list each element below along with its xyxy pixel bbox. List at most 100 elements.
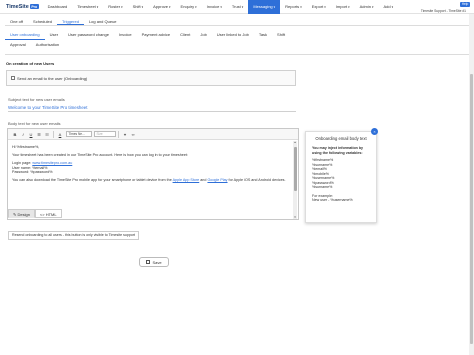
- chevron-down-icon: ▾: [273, 4, 276, 9]
- user-account-menu[interactable]: Timesite Support - TimeSite #1: [421, 9, 466, 13]
- logo-text: TimeSite: [6, 3, 29, 10]
- nav-item-roster[interactable]: Roster▾: [103, 0, 127, 14]
- google-play-link[interactable]: Google Play: [207, 178, 227, 182]
- nav-item-add[interactable]: Add▾: [379, 0, 399, 14]
- tab-shift[interactable]: Shift: [272, 30, 290, 40]
- save-icon: [146, 260, 151, 264]
- chevron-down-icon: ▾: [169, 4, 171, 9]
- chevron-down-icon: ▾: [348, 4, 350, 9]
- help-button[interactable]: Help: [460, 2, 470, 7]
- login-page-link[interactable]: www.timesitepro.com.au: [32, 161, 72, 165]
- login-page-label: Login page:: [12, 161, 33, 166]
- editor-scroll-thumb[interactable]: [293, 147, 297, 191]
- scroll-down-icon[interactable]: ▼: [293, 216, 297, 219]
- nav-item-label: Timesheet: [77, 3, 96, 9]
- text-color-icon[interactable]: A: [56, 129, 64, 140]
- tab-user-password-change[interactable]: User password change: [63, 30, 114, 40]
- tab-approval[interactable]: Approval: [5, 40, 31, 50]
- example-value: New user - %username%: [312, 198, 353, 202]
- chevron-down-icon: ▾: [220, 4, 222, 9]
- nav-item-reports[interactable]: Reports▾: [280, 0, 307, 14]
- font-size-select[interactable]: Size: [94, 131, 116, 137]
- nav-item-messaging[interactable]: Messaging▾: [248, 0, 281, 14]
- close-icon[interactable]: ×: [371, 128, 378, 135]
- tab-payment-advice[interactable]: Payment advice: [137, 30, 175, 40]
- chevron-down-icon: ▾: [195, 4, 197, 9]
- underline-button[interactable]: U: [27, 129, 35, 140]
- bold-button[interactable]: B: [11, 129, 19, 140]
- greeting-line: Hi %firstname%,: [12, 145, 40, 149]
- page-scrollbar[interactable]: [469, 14, 474, 355]
- tab-client[interactable]: Client: [175, 30, 195, 40]
- tab-log-and-queue[interactable]: Log and Queue: [84, 17, 122, 25]
- nav-item-approve[interactable]: Approve▾: [148, 0, 175, 14]
- resend-onboarding-button[interactable]: Resend onboarding to all users - this bu…: [8, 231, 140, 240]
- tab-user[interactable]: User: [45, 30, 63, 40]
- page-scroll-thumb[interactable]: [470, 74, 473, 344]
- chevron-down-icon: ▾: [121, 4, 123, 9]
- tab-scheduled[interactable]: Scheduled: [28, 17, 57, 25]
- nav-item-label: Admin: [359, 3, 371, 9]
- nav-item-trust[interactable]: Trust▾: [227, 0, 248, 14]
- italic-button[interactable]: I: [19, 129, 27, 140]
- nav-item-import[interactable]: Import▾: [331, 0, 355, 14]
- editor-content[interactable]: Hi %firstname%, Your timesheet has been …: [12, 145, 290, 187]
- design-label: Design: [17, 212, 30, 217]
- toolbar-separator: [118, 130, 119, 138]
- bulleted-list-icon[interactable]: ☰: [35, 129, 43, 140]
- nav-item-label: Messaging: [253, 3, 273, 9]
- send-onboarding-checkbox[interactable]: [11, 76, 15, 80]
- tab-authorisation[interactable]: Authorisation: [31, 40, 64, 50]
- font-family-select[interactable]: Times Ne...: [66, 131, 92, 137]
- tab-user-linked-to-job[interactable]: User linked to Job: [212, 30, 254, 40]
- tab-invoice[interactable]: Invoice: [114, 30, 137, 40]
- nav-item-label: Add: [383, 3, 391, 9]
- app-text-1: You can also download the TimeSite Pro m…: [12, 178, 173, 183]
- nav-item-label: Trust: [231, 3, 241, 9]
- save-button[interactable]: Save: [139, 257, 169, 267]
- tab-one-off[interactable]: One off: [5, 17, 28, 25]
- chevron-down-icon: ▾: [324, 4, 326, 9]
- main-nav: Dashboard Timesheet▾ Roster▾ Shift▾ Approve▾…: [43, 0, 398, 14]
- body-label: Body text for new user emails: [8, 121, 61, 126]
- subject-input[interactable]: Welcome to your TimeSite Pro timesheet: [8, 104, 296, 112]
- tab-task[interactable]: Task: [254, 30, 272, 40]
- send-onboarding-option[interactable]: Send an email to the user (Onboarding): [6, 70, 296, 86]
- design-mode-tab[interactable]: ✎ Design: [8, 209, 35, 218]
- tab-user-onboarding[interactable]: User onboarding: [5, 30, 45, 40]
- save-label: Save: [152, 259, 162, 265]
- link-icon[interactable]: ∞: [129, 129, 137, 140]
- nav-item-label: Dashboard: [47, 3, 68, 9]
- tab-job[interactable]: Job: [195, 30, 211, 40]
- intro-paragraph: Your timesheet has been created in our T…: [12, 153, 188, 158]
- nav-item-enquiry[interactable]: Enquiry▾: [176, 0, 202, 14]
- html-label: HTML: [45, 212, 57, 217]
- nav-item-shift[interactable]: Shift▾: [128, 0, 149, 14]
- nav-item-export[interactable]: Export▾: [307, 0, 331, 14]
- variable-item: %surname%: [312, 185, 333, 189]
- chevron-down-icon: ▾: [391, 4, 394, 9]
- messaging-type-tabs: One off Scheduled Triggered Log and Queue: [5, 17, 469, 26]
- tab-triggered[interactable]: Triggered: [56, 17, 84, 25]
- timesite-logo[interactable]: TimeSite Pro: [6, 4, 39, 10]
- numbered-list-icon[interactable]: ☷: [43, 129, 51, 140]
- nav-item-invoice[interactable]: Invoice▾: [202, 0, 227, 14]
- variables-info-panel: × Onboarding email body text You may inj…: [305, 128, 378, 223]
- nav-item-dashboard[interactable]: Dashboard: [43, 0, 73, 14]
- nav-item-admin[interactable]: Admin▾: [355, 0, 379, 14]
- chevron-down-icon: ▾: [241, 4, 244, 9]
- app-store-link[interactable]: Apple App Store: [173, 178, 200, 182]
- format-painter-icon[interactable]: ⌖: [121, 129, 129, 140]
- top-nav-bar: TimeSite Pro Dashboard Timesheet▾ Roster▾ S…: [0, 0, 474, 14]
- scroll-up-icon[interactable]: ▲: [293, 141, 297, 144]
- tabs-divider: [5, 54, 469, 55]
- nav-item-label: Roster: [108, 3, 121, 9]
- chevron-down-icon: ▾: [96, 4, 99, 9]
- nav-item-timesheet[interactable]: Timesheet▾: [72, 0, 103, 14]
- chevron-down-icon: ▾: [300, 4, 302, 9]
- nav-item-label: Reports: [285, 3, 300, 9]
- html-mode-tab[interactable]: <> HTML: [34, 209, 62, 218]
- nav-item-label: Shift: [132, 3, 141, 9]
- info-title: Onboarding email body text: [315, 136, 367, 141]
- editor-scrollbar[interactable]: ▲ ▼: [293, 141, 297, 219]
